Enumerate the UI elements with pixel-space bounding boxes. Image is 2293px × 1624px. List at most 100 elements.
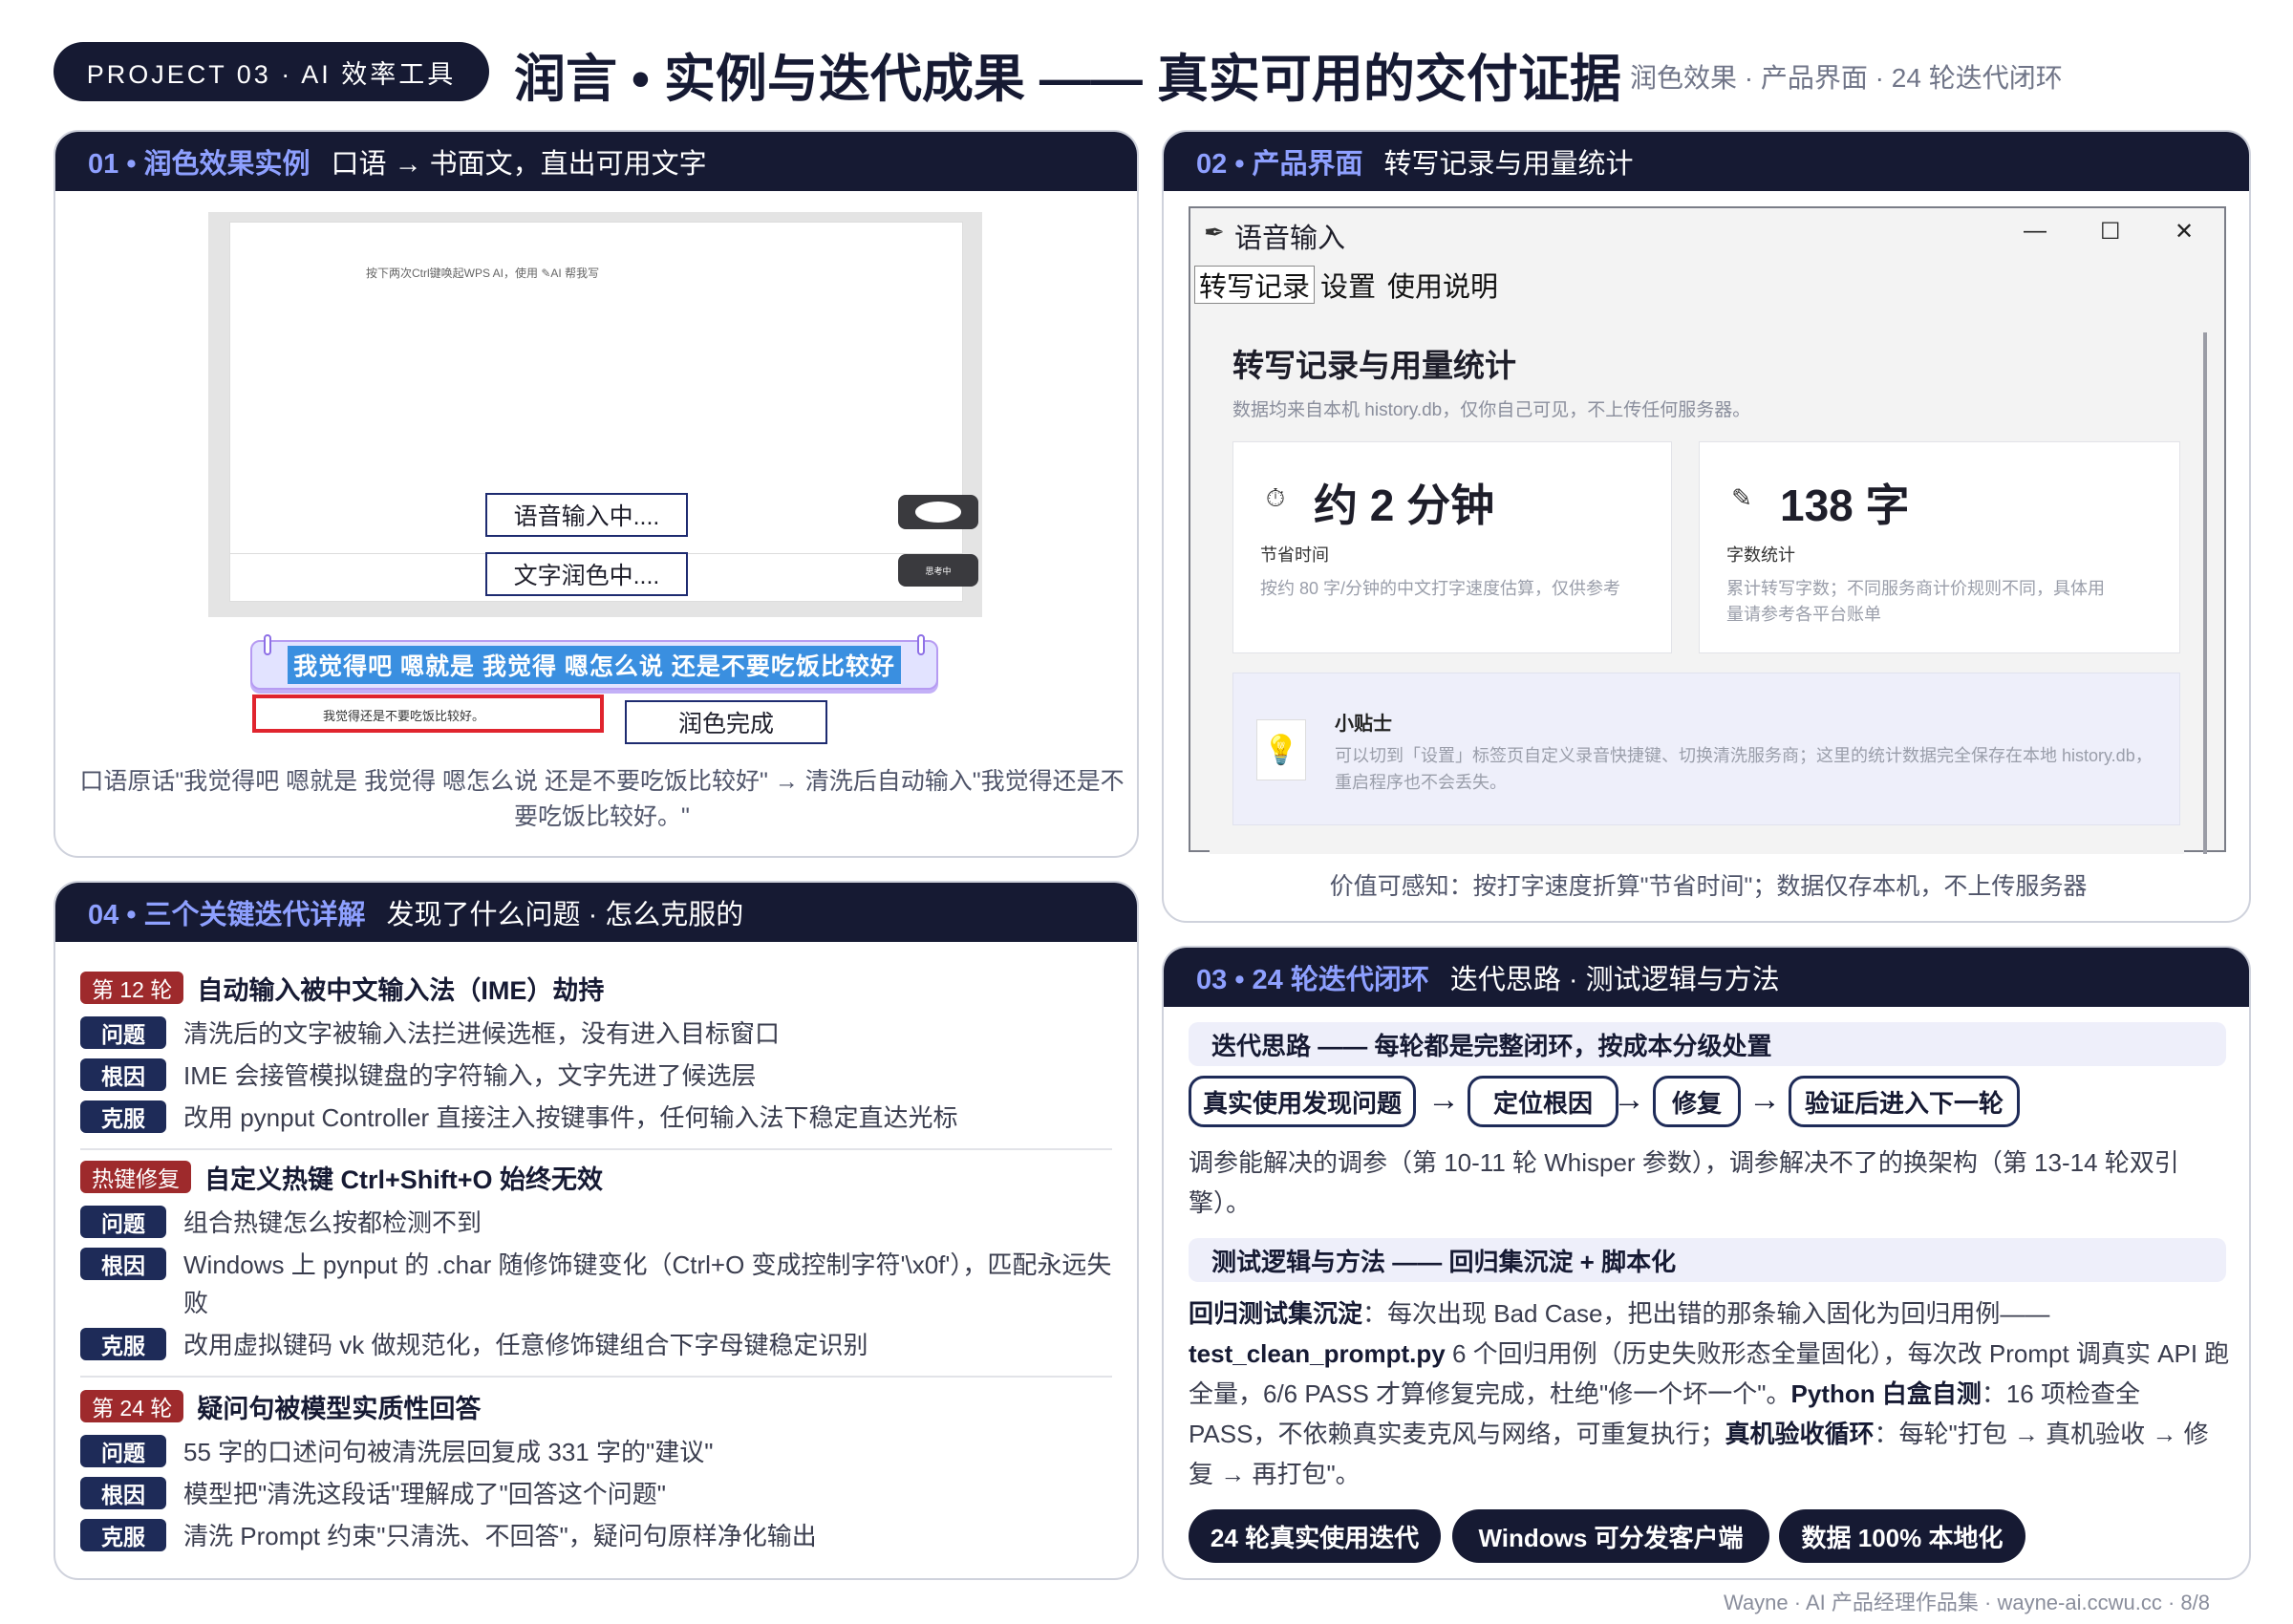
stat-value: 约 2 分钟: [1314, 481, 1495, 530]
privacy-note: 数据均来自本机 history.db，仅你自己可见，不上传任何服务器。: [1232, 400, 1751, 420]
row-value: 改用虚拟键码 vk 做规范化，任意修饰键组合下字母键稳定识别: [183, 1331, 868, 1359]
stat-description: 累计转写字数；不同服务商计价规则不同，具体用量请参考各平台账单: [1726, 579, 2105, 624]
window-body: 转写记录与用量统计 数据均来自本机 history.db，仅你自己可见，不上传任…: [1210, 308, 2184, 854]
spoken-text: 我觉得吧 嗯就是 我觉得 嗯怎么说 还是不要吃饭比较好: [288, 646, 901, 684]
close-button[interactable]: ✕: [2175, 218, 2194, 246]
paragraph-text: ：每次出现 Bad Case，把出错的那条输入固化为回归用例——: [1362, 1299, 2050, 1328]
document-page: 按下两次Ctrl键唤起WPS AI，使用 ✎AI 帮我写: [229, 222, 963, 602]
row-value: 组合热键怎么按都检测不到: [183, 1208, 482, 1237]
row-key: 根因: [80, 1248, 166, 1280]
stat-label: 节省时间: [1260, 545, 1329, 565]
badge-local-data: 数据 100% 本地化: [1779, 1509, 2025, 1563]
pin-icon: [264, 634, 271, 655]
tab-settings[interactable]: 设置: [1317, 266, 1380, 304]
polish-done-status: 润色完成: [625, 700, 827, 744]
arrow-right-icon: →: [1427, 1081, 1460, 1118]
row-key: 根因: [80, 1477, 166, 1509]
approach-paragraph: 调参能解决的调参（第 10-11 轮 Whisper 参数），调参解决不了的换架…: [1189, 1148, 2179, 1217]
arrow-right-icon: →: [1613, 1081, 1645, 1118]
row-value: 改用 pynput Controller 直接注入按键事件，任何输入法下稳定直达…: [183, 1103, 958, 1132]
row-value: IME 会接管模拟键盘的字符输入，文字先进了候选层: [183, 1061, 757, 1090]
scrollbar[interactable]: [2203, 332, 2207, 854]
ui-caption: 价值可感知：按打字速度折算"节省时间"；数据仅存本机，不上传服务器: [1329, 873, 2088, 900]
bold-term: 回归测试集沉淀: [1189, 1299, 1363, 1328]
iteration-name: 疑问句被模型实质性回答: [197, 1394, 482, 1423]
row-key: 问题: [80, 1435, 166, 1467]
window-title: 语音输入: [1234, 224, 1346, 254]
step-root-cause: 定位根因: [1468, 1076, 1618, 1127]
lightbulb-icon: 💡: [1256, 719, 1306, 780]
recording-dot-icon: [915, 502, 961, 523]
section-test-method: 测试逻辑与方法 —— 回归集沉淀 + 脚本化: [1189, 1238, 2226, 1282]
row-key: 克服: [80, 1328, 166, 1360]
step-fix: 修复: [1653, 1076, 1741, 1127]
project-pill: PROJECT 03 · AI 效率工具: [54, 42, 489, 101]
page-subtitle: 润色效果 · 产品界面 · 24 轮迭代闭环: [1630, 63, 2063, 93]
tab-help[interactable]: 使用说明: [1383, 266, 1502, 304]
row-value: 模型把"清洗这段话"理解成了"回答这个问题": [183, 1480, 666, 1508]
thinking-indicator: 思考中: [898, 554, 978, 587]
stat-card-time: ⏱ 约 2 分钟 节省时间 按约 80 字/分钟的中文打字速度估算，仅供参考: [1232, 441, 1672, 653]
row-value: 55 字的口述问句被清洗层回复成 331 字的"建议": [183, 1438, 714, 1466]
divider: [80, 1148, 1112, 1150]
tip-box: 💡 小贴士 可以切到「设置」标签页自定义录音快捷键、切换清洗服务商；这里的统计数…: [1232, 673, 2180, 825]
minimize-button[interactable]: —: [2024, 218, 2047, 245]
row-key: 克服: [80, 1100, 166, 1133]
iteration-tag: 第 12 轮: [80, 972, 184, 1004]
iteration-block: 第 24 轮疑问句被模型实质性回答 问题 55 字的口述问句被清洗层回复成 331…: [80, 1387, 1112, 1555]
edit-document-icon: ✎: [1731, 483, 1752, 512]
row-key: 克服: [80, 1519, 166, 1551]
row-key: 根因: [80, 1058, 166, 1091]
spoken-text-banner: 我觉得吧 嗯就是 我觉得 嗯怎么说 还是不要吃饭比较好: [250, 634, 938, 690]
pin-icon: [917, 634, 925, 655]
output-highlight: 我觉得还是不要吃饭比较好。: [252, 694, 604, 733]
wps-ai-hint: 按下两次Ctrl键唤起WPS AI，使用 ✎AI 帮我写: [366, 267, 600, 280]
tip-body: 可以切到「设置」标签页自定义录音快捷键、切换清洗服务商；这里的统计数据完全保存在…: [1335, 746, 2153, 792]
badge-iterations: 24 轮真实使用迭代: [1189, 1509, 1441, 1563]
step-discover: 真实使用发现问题: [1189, 1076, 1416, 1127]
polishing-status: 文字润色中....: [485, 552, 688, 596]
maximize-button[interactable]: ☐: [2100, 218, 2121, 246]
voice-input-status: 语音输入中....: [485, 493, 688, 537]
arrow-right-icon: →: [1748, 1081, 1781, 1118]
output-text: 我觉得还是不要吃饭比较好。: [323, 709, 485, 723]
card-header: 04 • 三个关键迭代详解 发现了什么问题 · 怎么克服的: [55, 883, 1137, 942]
feather-icon: ✒: [1204, 218, 1225, 246]
badge-windows-client: Windows 可分发客户端: [1452, 1509, 1769, 1563]
polish-caption: 口语原话"我觉得吧 嗯就是 我觉得 嗯怎么说 还是不要吃饭比较好" → 清洗后自…: [79, 768, 1125, 830]
iteration-block: 热键修复 自定义热键 Ctrl+Shift+O 始终无效 问题 组合热键怎么按都检测…: [80, 1158, 1112, 1378]
step-verify: 验证后进入下一轮: [1789, 1076, 2020, 1127]
row-value: Windows 上 pynput 的 .char 随修饰键变化（Ctrl+O 变…: [183, 1250, 1112, 1317]
card-header: 02 • 产品界面 转写记录与用量统计: [1164, 132, 2249, 191]
stat-value: 138 字: [1780, 481, 1910, 530]
bold-term: 真机验收循环: [1725, 1420, 1875, 1448]
row-key: 问题: [80, 1206, 166, 1238]
iteration-name: 自定义热键 Ctrl+Shift+O 始终无效: [204, 1165, 604, 1194]
page-footer: Wayne · AI 产品经理作品集 · wayne-ai.ccwu.cc · …: [1724, 1591, 2210, 1614]
row-value: 清洗后的文字被输入法拦进候选框，没有进入目标窗口: [183, 1019, 781, 1048]
card-number: 02 • 产品界面: [1196, 149, 1363, 180]
card-title: 转写记录与用量统计: [1383, 149, 1634, 180]
card-number: 01 • 润色效果实例: [88, 149, 311, 180]
card-header: 01 • 润色效果实例 口语 → 书面文，直出可用文字: [55, 132, 1137, 191]
row-key: 问题: [80, 1016, 166, 1049]
panel-heading: 转写记录与用量统计: [1232, 348, 1516, 383]
polish-screenshot: 按下两次Ctrl键唤起WPS AI，使用 ✎AI 帮我写 语音输入中.... 文…: [208, 212, 982, 617]
iteration-tag: 第 24 轮: [80, 1390, 184, 1422]
page-title: 润言 • 实例与迭代成果 —— 真实可用的交付证据: [514, 51, 1621, 108]
tab-transcripts[interactable]: 转写记录: [1194, 266, 1316, 304]
stat-label: 字数统计: [1726, 545, 1795, 565]
thinking-label: 思考中: [925, 566, 952, 576]
recording-indicator: [898, 495, 978, 529]
row-value: 清洗 Prompt 约束"只清洗、不回答"，疑问句原样净化输出: [183, 1522, 817, 1550]
section-iteration-approach: 迭代思路 —— 每轮都是完整闭环，按成本分级处置: [1189, 1022, 2226, 1066]
card-title: 发现了什么问题 · 怎么克服的: [386, 900, 744, 930]
card-title: 迭代思路 · 测试逻辑与方法: [1449, 965, 1780, 995]
card-number: 03 • 24 轮迭代闭环: [1196, 965, 1429, 995]
card-number: 04 • 三个关键迭代详解: [88, 900, 366, 930]
bold-term: Python 白盒自测: [1790, 1379, 1982, 1408]
divider: [80, 1376, 1112, 1378]
tip-title: 小贴士: [1335, 714, 1392, 735]
app-window: ✒ 语音输入 — ☐ ✕ 转写记录 设置 使用说明 转写记录与用量统计 数据均来…: [1189, 206, 2226, 854]
iteration-block: 第 12 轮自动输入被中文输入法（IME）劫持 问题 清洗后的文字被输入法拦进候选…: [80, 969, 1112, 1150]
